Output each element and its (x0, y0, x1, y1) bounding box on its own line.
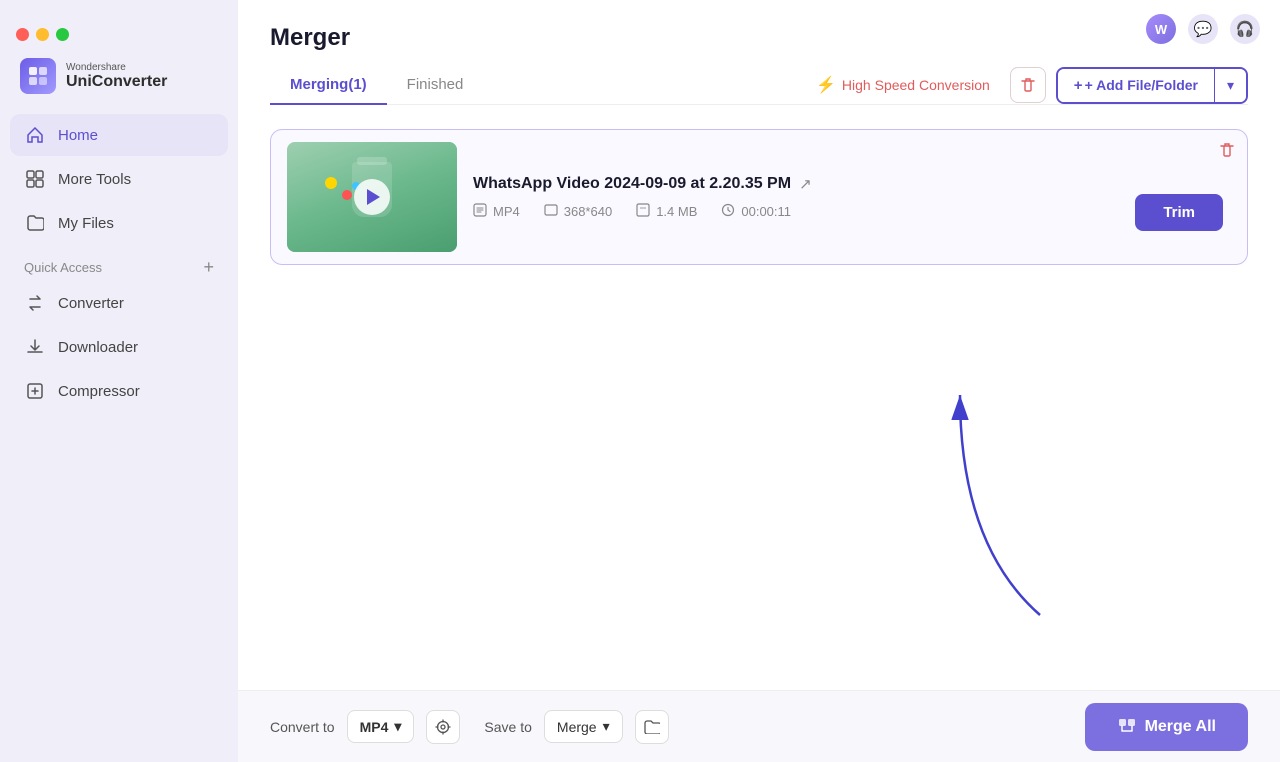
save-value: Merge (557, 719, 597, 735)
chevron-down-icon: ▾ (1227, 77, 1234, 94)
add-file-folder-button-wrap: + + Add File/Folder ▾ (1056, 67, 1248, 104)
resolution-icon (544, 203, 558, 220)
more-tools-label: More Tools (58, 171, 131, 188)
home-icon (24, 124, 46, 146)
quick-access-add-button[interactable]: + (203, 258, 214, 276)
trim-button[interactable]: Trim (1135, 194, 1223, 231)
content-area: WhatsApp Video 2024-09-09 at 2.20.35 PM … (238, 105, 1280, 690)
plus-icon: + (1074, 77, 1083, 94)
chat-icon[interactable]: 💬 (1188, 14, 1218, 44)
sidebar-nav: Home More Tools My Files (0, 114, 238, 244)
sidebar-item-compressor[interactable]: Compressor (10, 370, 228, 412)
downloader-icon (24, 336, 46, 358)
traffic-light-yellow[interactable] (36, 28, 49, 41)
traffic-light-green[interactable] (56, 28, 69, 41)
bottom-left-controls: Convert to MP4 ▾ Save to Merge ▾ (270, 710, 669, 744)
format-select[interactable]: MP4 ▾ (347, 710, 415, 743)
more-tools-icon (24, 168, 46, 190)
meta-size: 1.4 MB (636, 203, 697, 220)
delete-all-button[interactable] (1010, 67, 1046, 103)
format-chevron-icon: ▾ (394, 718, 401, 735)
home-label: Home (58, 127, 98, 144)
sidebar-item-downloader[interactable]: Downloader (10, 326, 228, 368)
merge-all-button[interactable]: Merge All (1085, 703, 1248, 751)
file-name-row: WhatsApp Video 2024-09-09 at 2.20.35 PM … (473, 175, 1119, 193)
tab-merging[interactable]: Merging(1) (270, 66, 387, 105)
converter-label: Converter (58, 295, 124, 312)
size-icon (636, 203, 650, 220)
page-title: Merger (270, 24, 1248, 52)
sidebar-item-my-files[interactable]: My Files (10, 202, 228, 244)
meta-resolution: 368*640 (544, 203, 612, 220)
tabs: Merging(1) Finished (270, 66, 483, 104)
app-logo-icon (20, 58, 56, 94)
tab-finished[interactable]: Finished (387, 66, 484, 105)
main-content: W 💬 🎧 Merger Merging(1) Finished ⚡ High … (238, 0, 1280, 762)
add-file-dropdown-button[interactable]: ▾ (1214, 69, 1246, 102)
top-right-icons: W 💬 🎧 (1146, 14, 1260, 44)
sidebar: Wondershare UniConverter Home (0, 0, 238, 762)
lightning-icon: ⚡ (816, 75, 836, 95)
merge-all-label: Merge All (1145, 718, 1216, 736)
card-actions: Trim (1135, 174, 1231, 231)
quick-access-label: Quick Access (24, 260, 102, 275)
my-files-label: My Files (58, 215, 114, 232)
sidebar-item-converter[interactable]: Converter (10, 282, 228, 324)
add-file-folder-button[interactable]: + + Add File/Folder (1058, 69, 1214, 102)
sidebar-item-home[interactable]: Home (10, 114, 228, 156)
file-info: WhatsApp Video 2024-09-09 at 2.20.35 PM … (473, 175, 1119, 220)
file-card: WhatsApp Video 2024-09-09 at 2.20.35 PM … (270, 129, 1248, 265)
logo-area: Wondershare UniConverter (0, 16, 238, 114)
arrow-annotation (880, 345, 1080, 630)
traffic-light-red[interactable] (16, 28, 29, 41)
converter-icon (24, 292, 46, 314)
tabs-and-actions: Merging(1) Finished ⚡ High Speed Convers… (270, 66, 1248, 105)
meta-format: MP4 (473, 203, 520, 220)
compressor-icon (24, 380, 46, 402)
format-icon (473, 203, 487, 220)
card-delete-button[interactable] (1219, 142, 1235, 163)
file-name: WhatsApp Video 2024-09-09 at 2.20.35 PM (473, 175, 791, 193)
user-avatar[interactable]: W (1146, 14, 1176, 44)
compressor-label: Compressor (58, 383, 140, 400)
external-link-icon[interactable]: ↗ (799, 175, 812, 193)
file-meta: MP4 368*640 1.4 MB (473, 203, 1119, 220)
format-settings-button[interactable] (426, 710, 460, 744)
save-chevron-icon: ▾ (603, 718, 610, 735)
format-value: MP4 (360, 719, 389, 735)
my-files-icon (24, 212, 46, 234)
high-speed-conversion-button[interactable]: ⚡ High Speed Conversion (806, 69, 1000, 101)
play-button[interactable] (354, 179, 390, 215)
main-header: Merger Merging(1) Finished ⚡ High Speed … (238, 0, 1280, 105)
app-brand: Wondershare (66, 62, 167, 73)
duration-icon (721, 203, 735, 220)
quick-access-nav: Converter Downloader Compressor (0, 282, 238, 412)
bottom-bar: Convert to MP4 ▾ Save to Merge ▾ (238, 690, 1280, 762)
sidebar-item-more-tools[interactable]: More Tools (10, 158, 228, 200)
save-to-label: Save to (484, 719, 531, 735)
header-actions: ⚡ High Speed Conversion + + Add File/Fol… (806, 67, 1248, 104)
folder-browse-button[interactable] (635, 710, 669, 744)
app-name: UniConverter (66, 73, 167, 91)
convert-to-label: Convert to (270, 719, 335, 735)
headphones-icon[interactable]: 🎧 (1230, 14, 1260, 44)
downloader-label: Downloader (58, 339, 138, 356)
save-select[interactable]: Merge ▾ (544, 710, 623, 743)
play-triangle-icon (367, 189, 380, 205)
meta-duration: 00:00:11 (721, 203, 791, 220)
quick-access-section: Quick Access + (0, 244, 238, 282)
file-thumbnail[interactable] (287, 142, 457, 252)
